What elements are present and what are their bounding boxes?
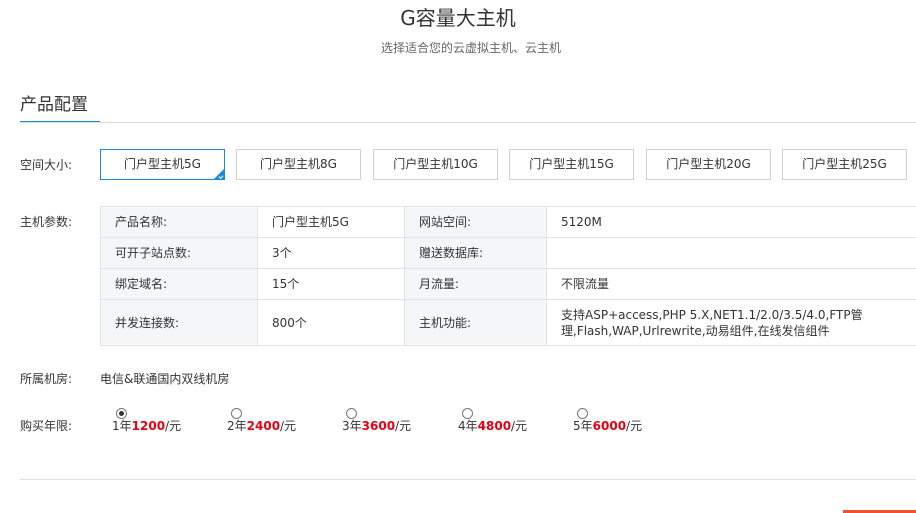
param-key: 可开子站点数: bbox=[100, 237, 258, 269]
size-option-label: 门户型主机10G bbox=[393, 157, 478, 171]
size-option-label: 门户型主机20G bbox=[666, 157, 751, 171]
param-value: 不限流量 bbox=[546, 268, 916, 300]
param-value: 15个 bbox=[257, 268, 405, 300]
room-value: 电信&联通国内双线机房 bbox=[100, 372, 230, 386]
param-value: 3个 bbox=[257, 237, 405, 269]
period-option-5y[interactable]: 5年6000/元 bbox=[573, 407, 687, 437]
period-price: 6000 bbox=[592, 419, 627, 433]
size-option-label: 门户型主机15G bbox=[529, 157, 614, 171]
period-option-4y[interactable]: 4年4800/元 bbox=[458, 407, 572, 437]
table-row: 可开子站点数: 3个 赠送数据库: bbox=[100, 237, 916, 269]
table-row: 产品名称: 门户型主机5G 网站空间: 5120M bbox=[100, 206, 916, 238]
period-price: 4800 bbox=[477, 419, 512, 433]
table-row: 绑定域名: 15个 月流量: 不限流量 bbox=[100, 268, 916, 300]
page-title: G容量大主机 bbox=[400, 6, 516, 30]
size-option-label: 门户型主机8G bbox=[260, 157, 337, 171]
size-option-label: 门户型主机25G bbox=[802, 157, 887, 171]
bottom-divider bbox=[20, 479, 916, 480]
table-row: 并发连接数: 800个 主机功能: 支持ASP+access,PHP 5.X,N… bbox=[100, 299, 916, 346]
size-option-8g[interactable]: 门户型主机8G bbox=[236, 149, 361, 180]
period-price: 1200 bbox=[131, 419, 166, 433]
param-value: 支持ASP+access,PHP 5.X,NET1.1/2.0/3.5/4.0,… bbox=[546, 299, 916, 346]
param-key: 并发连接数: bbox=[100, 299, 258, 346]
period-option-text: 3年3600/元 bbox=[342, 419, 412, 433]
period-option-text: 2年2400/元 bbox=[227, 419, 297, 433]
param-value: 5120M bbox=[546, 206, 916, 238]
period-label: 购买年限: bbox=[20, 419, 73, 433]
period-price: 2400 bbox=[246, 419, 281, 433]
param-key: 主机功能: bbox=[404, 299, 547, 346]
size-option-10g[interactable]: 门户型主机10G bbox=[373, 149, 498, 180]
size-option-5g[interactable]: 门户型主机5G bbox=[100, 149, 225, 180]
period-option-2y[interactable]: 2年2400/元 bbox=[227, 407, 341, 437]
param-key: 绑定域名: bbox=[100, 268, 258, 300]
room-label: 所属机房: bbox=[20, 372, 73, 386]
period-option-text: 4年4800/元 bbox=[458, 419, 528, 433]
section-divider bbox=[20, 122, 916, 123]
host-params-table: 产品名称: 门户型主机5G 网站空间: 5120M 可开子站点数: 3个 赠送数… bbox=[100, 206, 916, 346]
period-option-text: 1年1200/元 bbox=[112, 419, 182, 433]
period-price: 3600 bbox=[361, 419, 396, 433]
param-key: 月流量: bbox=[404, 268, 547, 300]
param-value: 门户型主机5G bbox=[257, 206, 405, 238]
size-option-label: 门户型主机5G bbox=[124, 157, 201, 171]
param-value bbox=[546, 237, 916, 269]
size-option-20g[interactable]: 门户型主机20G bbox=[646, 149, 771, 180]
param-key: 网站空间: bbox=[404, 206, 547, 238]
tab-product-config[interactable]: 产品配置 bbox=[20, 93, 100, 123]
param-key: 产品名称: bbox=[100, 206, 258, 238]
period-option-text: 5年6000/元 bbox=[573, 419, 643, 433]
period-option-1y[interactable]: 1年1200/元 bbox=[112, 407, 226, 437]
size-option-25g[interactable]: 门户型主机25G bbox=[782, 149, 907, 180]
space-size-label: 空间大小: bbox=[20, 158, 73, 172]
period-option-3y[interactable]: 3年3600/元 bbox=[342, 407, 456, 437]
param-key: 赠送数据库: bbox=[404, 237, 547, 269]
param-value: 800个 bbox=[257, 299, 405, 346]
host-params-label: 主机参数: bbox=[20, 215, 73, 229]
size-option-15g[interactable]: 门户型主机15G bbox=[509, 149, 634, 180]
page-subtitle: 选择适合您的云虚拟主机、云主机 bbox=[380, 41, 561, 55]
